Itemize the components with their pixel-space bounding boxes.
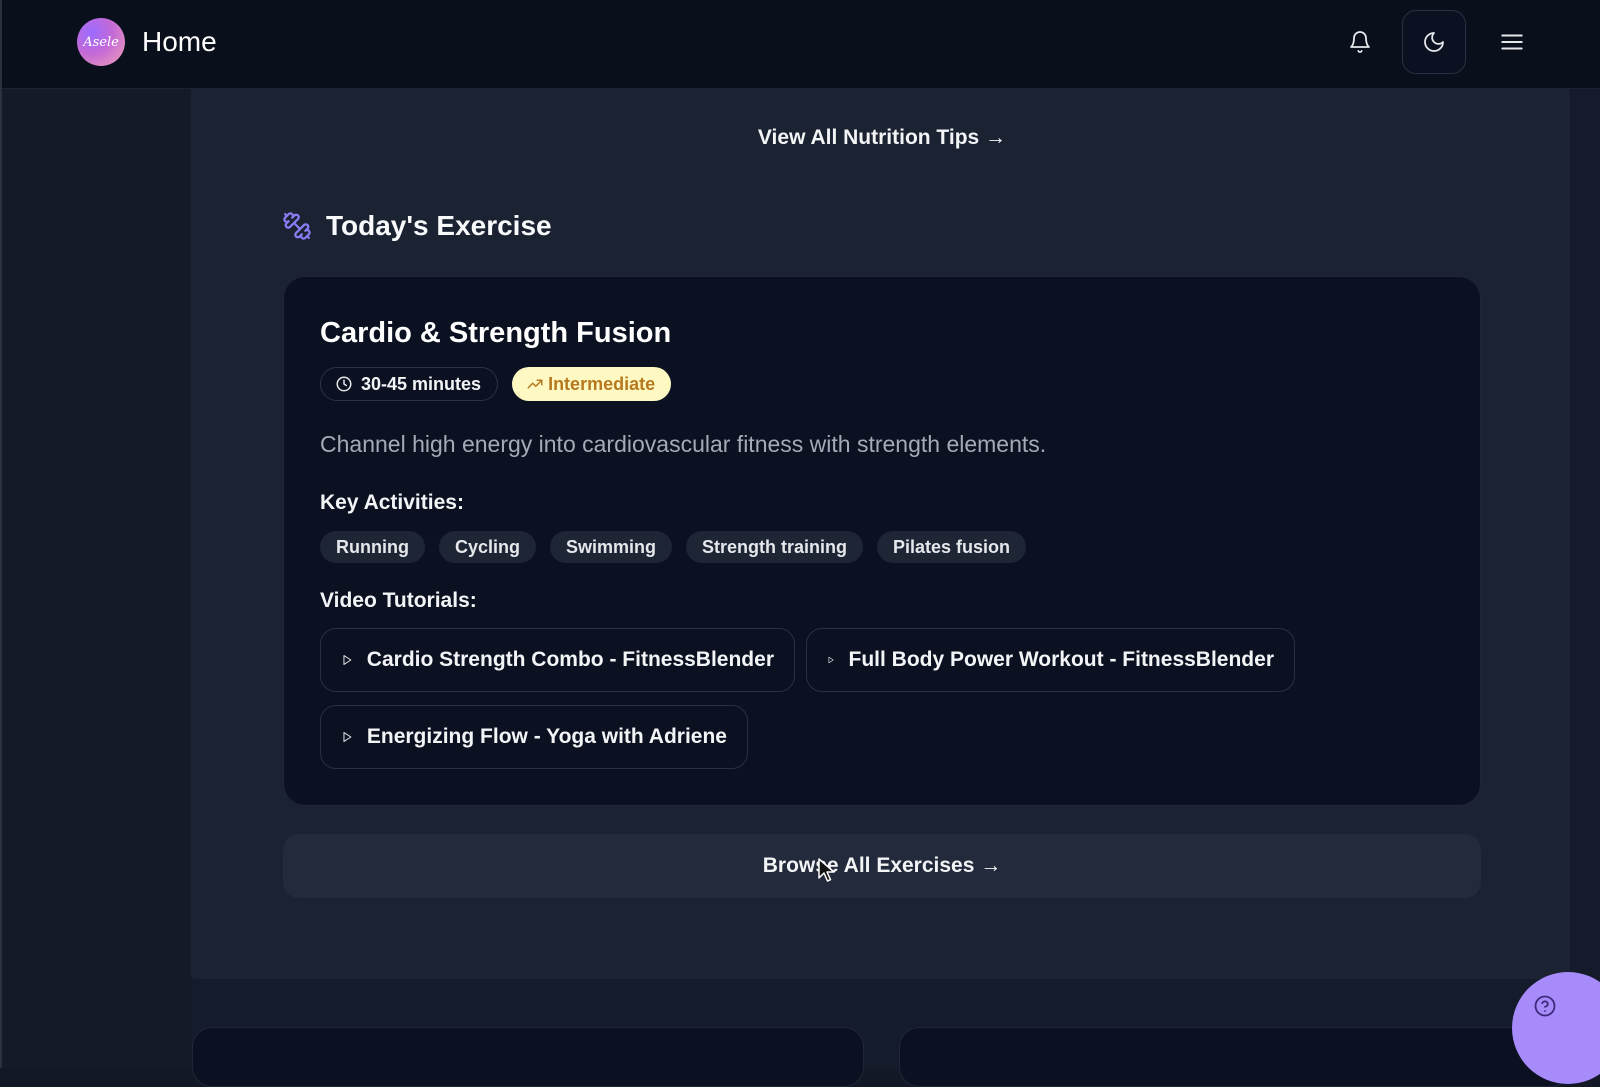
app-window: Asele Home View All Nutrition Tips → Tod… [0, 0, 1600, 1087]
video-tutorial-button[interactable]: Full Body Power Workout - FitnessBlender [806, 628, 1295, 692]
dumbbell-icon [283, 212, 311, 240]
theme-toggle-button[interactable] [1402, 10, 1466, 74]
activity-tag: Running [320, 531, 425, 563]
exercise-description: Channel high energy into cardiovascular … [320, 431, 1047, 457]
video-title: Full Body Power Workout - FitnessBlender [848, 648, 1275, 671]
activity-tag: Swimming [550, 531, 673, 563]
top-bar: Asele Home [2, 0, 1600, 89]
exercise-card: Cardio & Strength Fusion 30-45 minutes I… [283, 276, 1481, 806]
play-icon [828, 656, 834, 664]
notifications-button[interactable] [1342, 24, 1378, 60]
activity-tag: Cycling [438, 531, 536, 563]
view-all-nutrition-link[interactable]: View All Nutrition Tips → [2, 126, 1600, 150]
menu-button[interactable] [1492, 22, 1532, 62]
browse-all-exercises-button[interactable]: Browse All Exercises → [283, 834, 1481, 898]
exercise-meta: 30-45 minutes Intermediate [320, 367, 672, 401]
mouse-cursor-icon [818, 858, 835, 882]
trending-up-icon [527, 379, 543, 389]
logo-text: Asele [83, 34, 119, 50]
left-rail [4, 89, 190, 1068]
video-tutorial-button[interactable]: Energizing Flow - Yoga with Adriene [320, 705, 748, 769]
duration-text: 30-45 minutes [361, 373, 482, 394]
activity-tag: Strength training [686, 531, 864, 563]
right-gutter [1570, 89, 1600, 1068]
activity-tag: Pilates fusion [877, 531, 1027, 563]
bell-icon [1350, 31, 1370, 53]
moon-icon [1424, 32, 1444, 52]
page-title: Home [142, 26, 217, 57]
video-title: Energizing Flow - Yoga with Adriene [366, 725, 727, 748]
video-tutorials-label: Video Tutorials: [320, 589, 477, 612]
level-text: Intermediate [548, 373, 656, 394]
exercise-title: Cardio & Strength Fusion [320, 317, 672, 349]
bottom-card-left [192, 1027, 864, 1087]
duration-badge: 30-45 minutes [320, 367, 499, 401]
play-icon [343, 655, 352, 665]
play-icon [343, 732, 352, 742]
help-icon [1534, 995, 1556, 1017]
clock-icon [336, 376, 352, 392]
video-title: Cardio Strength Combo - FitnessBlender [366, 648, 774, 671]
activity-tags: Running Cycling Swimming Strength traini… [320, 531, 1027, 563]
bottom-card-right [899, 1027, 1571, 1087]
key-activities-label: Key Activities: [320, 491, 464, 514]
exercise-section-title: Today's Exercise [326, 210, 552, 241]
exercise-section-header: Today's Exercise [282, 210, 552, 242]
hamburger-icon [1501, 34, 1523, 50]
app-logo[interactable]: Asele [77, 18, 125, 66]
level-badge: Intermediate [512, 367, 672, 401]
video-tutorial-button[interactable]: Cardio Strength Combo - FitnessBlender [320, 628, 795, 692]
